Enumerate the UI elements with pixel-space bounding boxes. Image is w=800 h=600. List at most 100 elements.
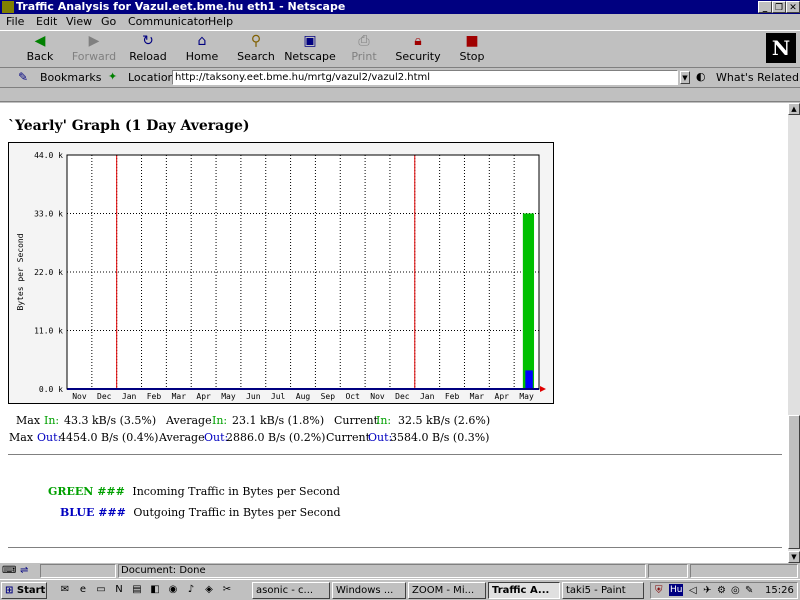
max-out-label: Max [9, 431, 34, 444]
x-tick-label: Apr [196, 392, 211, 401]
tray-icon[interactable]: ◎ [731, 583, 740, 598]
x-tick-label: May [221, 392, 236, 401]
x-tick-label: Feb [445, 392, 460, 401]
tray-icon[interactable]: ✎ [745, 583, 753, 598]
menu-communicator[interactable]: Communicator [128, 15, 209, 28]
status-field-2 [648, 564, 688, 578]
task-button-windows[interactable]: Windows ... [332, 582, 406, 599]
start-button[interactable]: ⊞ Start [1, 582, 47, 599]
scroll-up-button[interactable]: ▲ [788, 103, 800, 115]
task-button-paint[interactable]: taki5 - Paint [562, 582, 644, 599]
lock-icon: 🔒︎ [414, 33, 422, 49]
shield-icon[interactable]: ⛨ [655, 583, 663, 598]
legend-blue-text: Outgoing Traffic in Bytes per Second [133, 506, 341, 519]
ie-icon[interactable]: e [76, 583, 90, 597]
max-out-value: 4454.0 B/s (0.4%) [59, 431, 159, 444]
legend-green: GREEN ### Incoming Traffic in Bytes per … [48, 485, 340, 498]
x-tick-label: Oct [345, 392, 360, 401]
bookmarks-button[interactable]: Bookmarks [40, 71, 101, 84]
window-title: Traffic Analysis for Vazul.eet.bme.hu et… [16, 0, 346, 13]
scroll-down-button[interactable]: ▼ [788, 551, 800, 563]
url-input[interactable]: http://taksony.eet.bme.hu/mrtg/vazul2/va… [172, 70, 678, 85]
cur-in-key: In: [376, 414, 392, 427]
legend-blue-key: BLUE ### [60, 506, 126, 519]
netscape-button[interactable]: ▣ Netscape [284, 33, 336, 67]
legend-blue: BLUE ### Outgoing Traffic in Bytes per S… [60, 506, 341, 519]
home-button[interactable]: ⌂ Home [176, 33, 228, 67]
max-in-label: Max [16, 414, 41, 427]
task-button-traffic[interactable]: Traffic A... [488, 582, 560, 599]
status-text: Document: Done [118, 564, 646, 578]
x-tick-label: Nov [370, 392, 385, 401]
volume-icon[interactable]: ◁ [689, 583, 697, 598]
app-icon[interactable]: ◧ [148, 583, 162, 597]
netscape-logo[interactable]: N [766, 33, 796, 63]
folder-icon[interactable]: ▤ [130, 583, 144, 597]
page-proxy-icon[interactable]: ✦ [108, 70, 117, 83]
title-bar: Traffic Analysis for Vazul.eet.bme.hu et… [0, 0, 800, 14]
print-button[interactable]: ⎙ Print [338, 33, 390, 67]
task-button-asonic[interactable]: asonic - c... [252, 582, 330, 599]
home-icon: ⌂ [197, 33, 207, 49]
tray-icon[interactable]: ✈ [703, 583, 711, 598]
reload-icon: ↻ [142, 33, 154, 49]
desktop-icon[interactable]: ▭ [94, 583, 108, 597]
netscape-icon: ▣ [303, 33, 317, 49]
chat-icon[interactable]: ◉ [166, 583, 180, 597]
tool-icon[interactable]: ✂ [220, 583, 234, 597]
menu-help[interactable]: Help [208, 15, 233, 28]
yearly-graph: 0.0 k 11.0 k 22.0 k 33.0 k 44.0 k Nov Dec Jan Fe… [8, 142, 554, 404]
forward-button[interactable]: ▶ Forward [68, 33, 120, 67]
x-tick-label: Dec [395, 392, 410, 401]
legend-green-text: Incoming Traffic in Bytes per Second [132, 485, 341, 498]
reload-button[interactable]: ↻ Reload [122, 33, 174, 67]
clock[interactable]: 15:26 [765, 583, 794, 598]
menu-file[interactable]: File [6, 15, 24, 28]
traffic-chart: 0.0 k 11.0 k 22.0 k 33.0 k 44.0 k Nov Dec Jan Fe… [16, 151, 546, 401]
x-tick-label: Jan [122, 392, 137, 401]
location-bar: ✎ Bookmarks ✦ Location: http://taksony.e… [0, 68, 800, 88]
avg-out-label: Average [159, 431, 205, 444]
forward-arrow-icon: ▶ [88, 33, 100, 49]
back-button[interactable]: ◀ Back [14, 33, 66, 67]
close-button[interactable]: ✕ [786, 1, 800, 13]
system-tray: ⛨ Hu ◁ ✈ ⚙ ◎ ✎ 15:26 [650, 582, 798, 599]
vertical-scrollbar[interactable]: ▲ ▼ [788, 103, 800, 563]
graph-title: `Yearly' Graph (1 Day Average) [8, 118, 250, 134]
x-tick-label: Jan [420, 392, 435, 401]
menu-go[interactable]: Go [101, 15, 116, 28]
component-bar-icon[interactable]: ⌨ [2, 565, 16, 576]
netscape-window-icon[interactable] [2, 1, 14, 13]
netscape-quick-icon[interactable]: N [112, 583, 126, 597]
cur-out-key: Out: [368, 431, 393, 444]
avg-in-value: 23.1 kB/s (1.8%) [232, 414, 325, 427]
x-tick-label: Apr [495, 392, 510, 401]
restore-button[interactable]: ❐ [772, 1, 786, 13]
page-content: `Yearly' Graph (1 Day Average) 0.0 k 11.0… [0, 103, 788, 563]
quicklaunch-icon[interactable]: ✉ [58, 583, 72, 597]
personal-toolbar [0, 88, 800, 102]
stop-button[interactable]: ■ Stop [446, 33, 498, 67]
url-dropdown-button[interactable]: ▼ [680, 71, 690, 84]
avg-out-key: Out: [204, 431, 229, 444]
y-tick-label: 0.0 k [39, 385, 63, 394]
search-button[interactable]: ⚲ Search [230, 33, 282, 67]
media-icon[interactable]: ♪ [184, 583, 198, 597]
x-tick-label: Jul [271, 392, 286, 401]
scroll-thumb[interactable] [788, 415, 800, 549]
menu-view[interactable]: View [66, 15, 92, 28]
x-tick-label: Nov [72, 392, 87, 401]
language-indicator[interactable]: Hu [669, 584, 684, 596]
tray-icon[interactable]: ⚙ [717, 583, 726, 598]
menu-edit[interactable]: Edit [36, 15, 57, 28]
minimize-button[interactable]: _ [758, 1, 772, 13]
outgoing-series-mark [525, 370, 533, 389]
x-tick-label: Mar [172, 392, 187, 401]
task-button-zoom[interactable]: ZOOM - Mi... [408, 582, 486, 599]
security-button[interactable]: 🔒︎ Security [392, 33, 444, 67]
network-icon[interactable]: ◈ [202, 583, 216, 597]
max-in-value: 43.3 kB/s (3.5%) [64, 414, 157, 427]
divider [8, 547, 782, 549]
navigation-toolbar: ◀ Back ▶ Forward ↻ Reload ⌂ Home ⚲ Searc… [0, 30, 800, 68]
whats-related-button[interactable]: What's Related [716, 71, 799, 84]
